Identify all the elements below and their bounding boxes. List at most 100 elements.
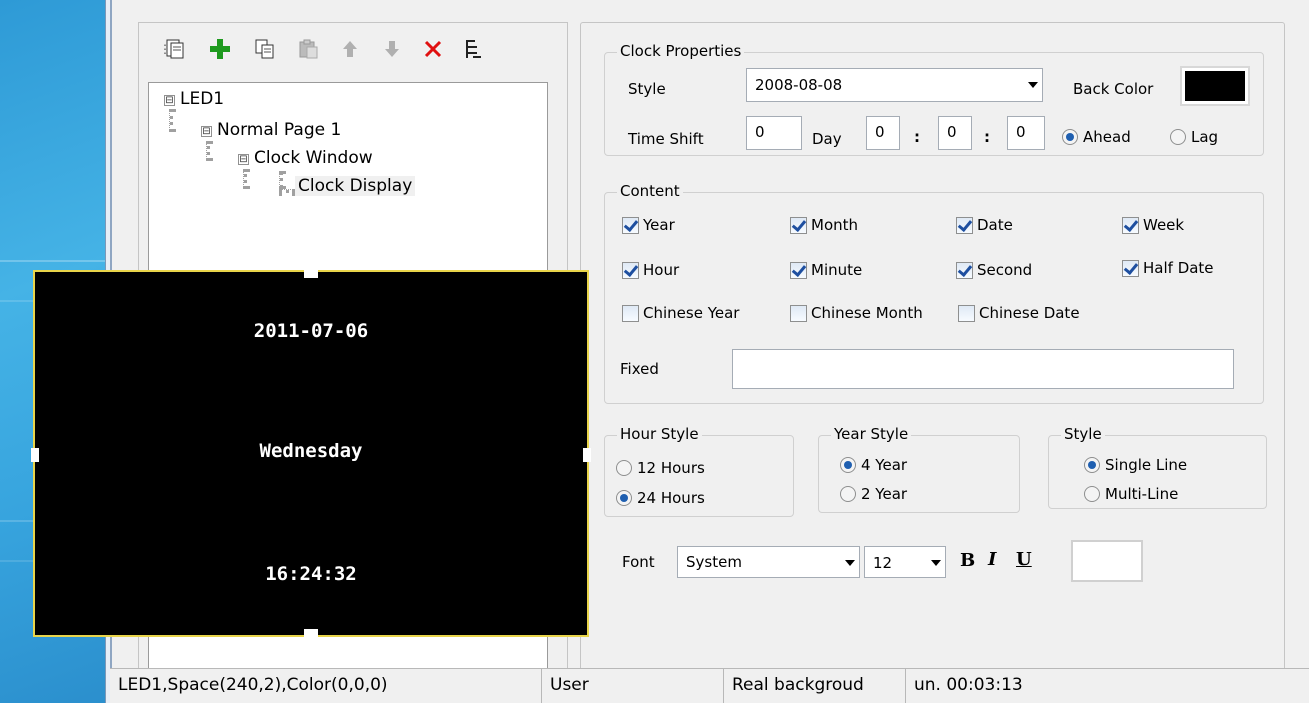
chinese-year-checkbox[interactable]: Chinese Year [622,304,739,322]
checkbox-indicator [956,261,973,279]
multi-line-radio[interactable]: Multi-Line [1084,485,1178,503]
24-hours-radio[interactable]: 24 Hours [616,489,705,507]
radio-indicator [840,486,856,502]
time-shift-label: Time Shift [628,130,704,148]
underline-button[interactable]: U [1016,549,1036,573]
checkbox-indicator [790,304,807,322]
radio-label: Single Line [1105,456,1188,474]
status-led: LED1,Space(240,2),Color(0,0,0) [110,669,542,703]
chevron-down-icon [931,560,941,566]
back-color-button[interactable] [1180,66,1250,106]
checkbox-indicator [1122,216,1139,234]
bold-button[interactable]: B [960,550,980,574]
half-date-checkbox[interactable]: Half Date [1122,259,1214,277]
font-color-button[interactable] [1071,540,1143,582]
preview-weekday: Wednesday [259,440,363,462]
add-icon[interactable] [207,34,233,64]
checkbox-label: Week [1143,216,1185,234]
font-family-select[interactable]: System [677,546,860,578]
checkbox-label: Hour [643,261,680,279]
clock-preview[interactable]: 2011-07-06 Wednesday 16:24:32 [31,268,591,639]
tree-connector [169,109,173,132]
checkbox-indicator [956,216,973,234]
week-checkbox[interactable]: Week [1122,216,1184,234]
seconds-input[interactable]: 0 [1007,116,1045,150]
date-checkbox[interactable]: Date [956,216,1013,234]
hour-checkbox[interactable]: Hour [622,261,679,279]
tree-item-clock-display[interactable]: Clock Display [295,176,416,196]
chinese-month-checkbox[interactable]: Chinese Month [790,304,923,322]
checkbox-label: Minute [811,261,863,279]
radio-indicator [616,490,632,506]
checkbox-label: Chinese Year [643,304,740,322]
preview-date: 2011-07-06 [253,320,369,342]
radio-indicator [1084,457,1100,473]
move-up-icon[interactable] [337,34,363,64]
tree-item-clock-window[interactable]: Clock Window [254,148,373,168]
delete-icon[interactable] [420,34,446,64]
font-label: Font [622,553,655,571]
resize-handle[interactable] [304,629,318,639]
single-line-radio[interactable]: Single Line [1084,456,1187,474]
font-size-value: 12 [873,554,893,572]
second-checkbox[interactable]: Second [956,261,1032,279]
move-down-icon[interactable] [379,34,405,64]
ahead-radio[interactable]: Ahead [1062,128,1131,146]
style-label: Style [628,80,666,98]
group-title: Style [1061,425,1105,443]
style-select[interactable]: 2008-08-08 [746,68,1043,102]
tree-icon[interactable] [460,34,486,64]
checkbox-indicator [1122,259,1139,277]
status-bar: LED1,Space(240,2),Color(0,0,0) User Real… [110,668,1309,703]
checkbox-label: Second [977,261,1033,279]
checkbox-indicator [622,216,639,234]
lag-radio[interactable]: Lag [1170,128,1218,146]
month-checkbox[interactable]: Month [790,216,858,234]
group-title: Content [617,182,683,200]
tree-item-led1[interactable]: LED1 [180,89,224,109]
italic-button[interactable]: I [988,549,1008,573]
resize-handle[interactable] [31,448,39,462]
radio-label: 12 Hours [637,459,705,477]
tree-item-normal-page[interactable]: Normal Page 1 [217,120,341,140]
radio-indicator [1170,129,1186,145]
checkbox-indicator [790,261,807,279]
colon-separator: : [914,128,920,146]
2-year-radio[interactable]: 2 Year [840,485,907,503]
colon-separator: : [984,128,990,146]
radio-indicator [1084,486,1100,502]
12-hours-radio[interactable]: 12 Hours [616,459,705,477]
radio-label: 24 Hours [637,489,705,507]
tree-connector [243,169,247,189]
radio-label: 4 Year [861,456,908,474]
back-color-swatch [1185,71,1245,101]
paste-icon[interactable] [295,34,321,64]
year-checkbox[interactable]: Year [622,216,675,234]
new-page-icon[interactable] [162,34,188,64]
fixed-input[interactable] [732,349,1234,389]
time-shift-input[interactable]: 0 [746,116,802,150]
group-title: Hour Style [617,425,702,443]
font-size-select[interactable]: 12 [864,546,946,578]
4-year-radio[interactable]: 4 Year [840,456,907,474]
style-select-value: 2008-08-08 [755,76,843,94]
tree-expander[interactable]: ⊟ [238,154,249,165]
minute-checkbox[interactable]: Minute [790,261,862,279]
tree-expander[interactable]: ⊟ [201,126,212,137]
checkbox-label: Month [811,216,859,234]
copy-icon[interactable] [252,34,278,64]
fixed-label: Fixed [620,360,659,378]
radio-indicator [616,460,632,476]
checkbox-label: Half Date [1143,259,1214,277]
minutes-input[interactable]: 0 [938,116,972,150]
resize-handle[interactable] [304,268,318,278]
ahead-label: Ahead [1083,128,1131,146]
hours-input[interactable]: 0 [866,116,900,150]
resize-handle[interactable] [583,448,591,462]
chinese-date-checkbox[interactable]: Chinese Date [958,304,1080,322]
checkbox-indicator [622,261,639,279]
tree-connector [279,171,283,189]
tree-expander[interactable]: ⊟ [164,95,175,106]
checkbox-label: Year [643,216,675,234]
status-background: Real backgroud [724,669,906,703]
